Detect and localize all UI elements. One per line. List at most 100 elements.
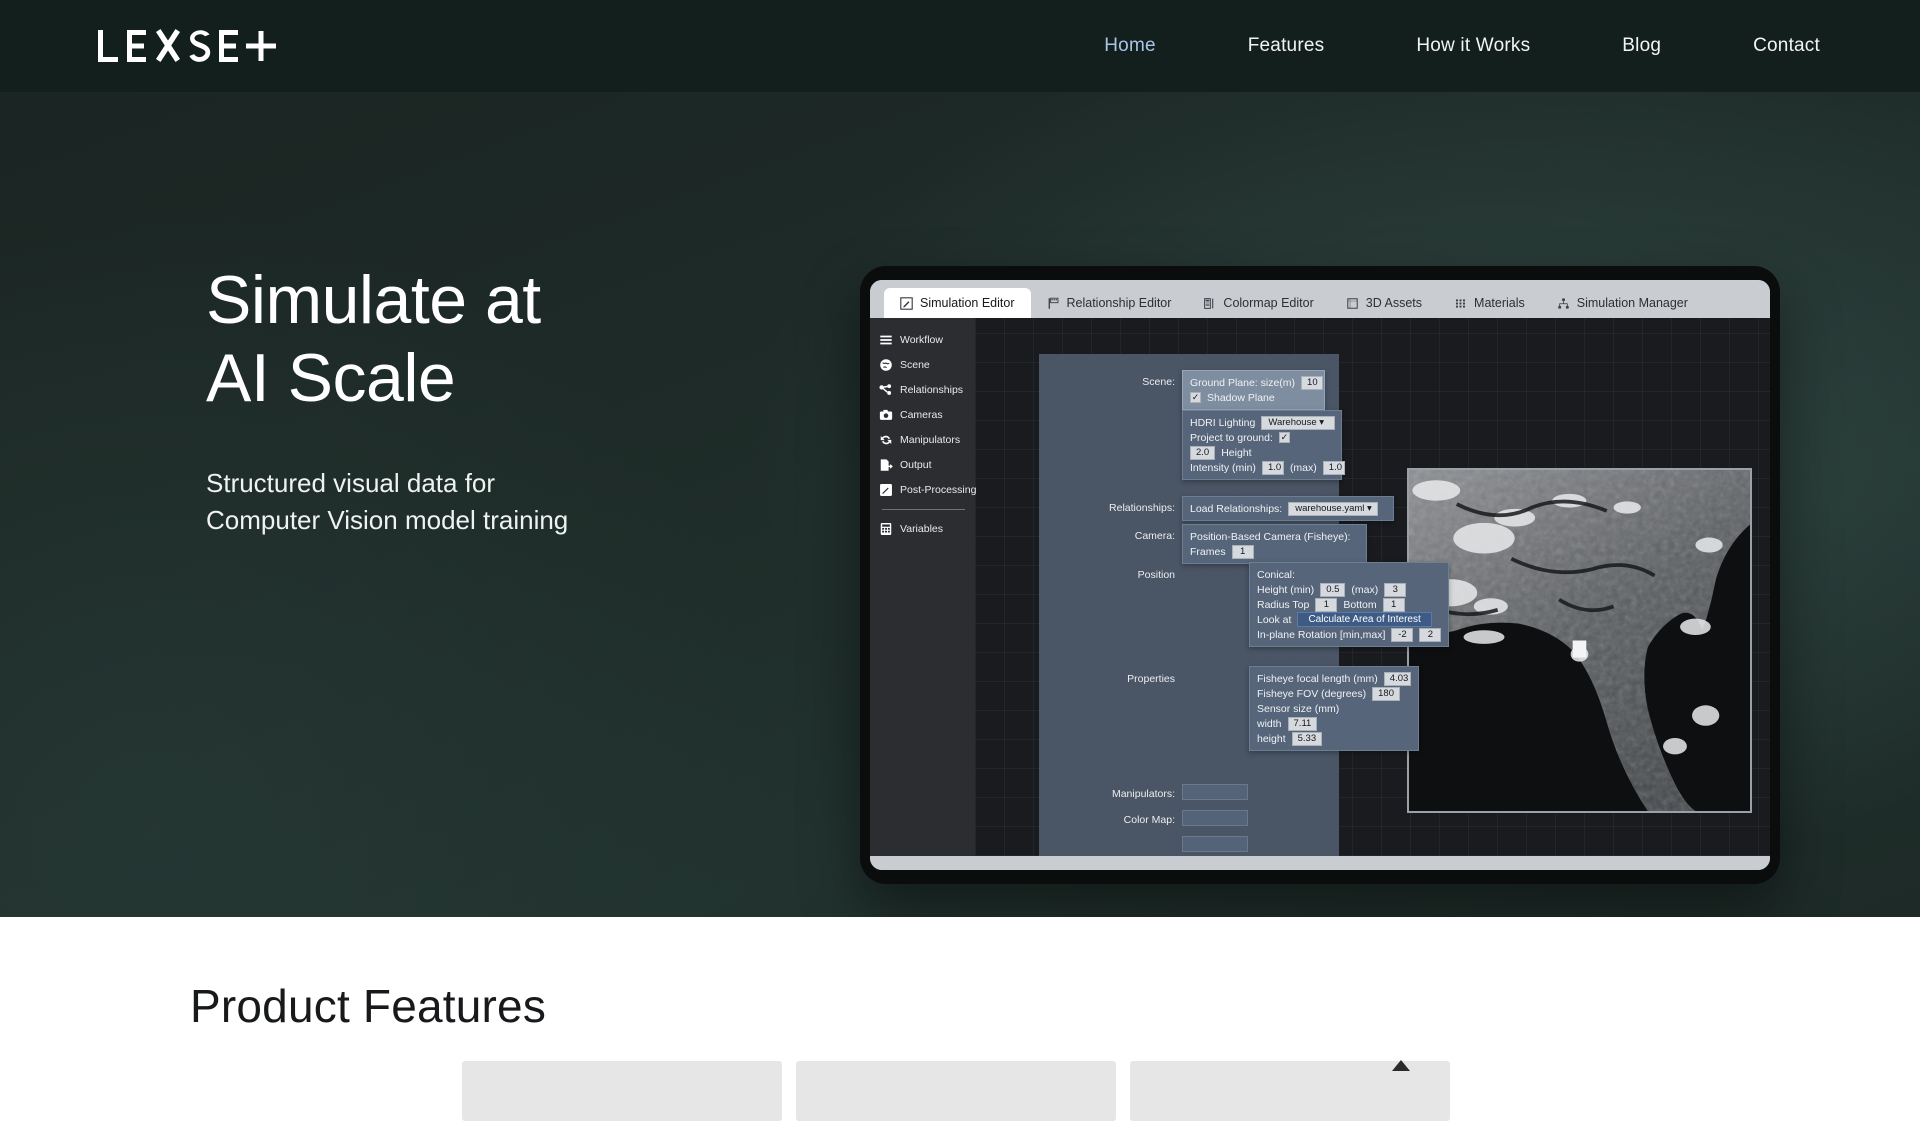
file-export-icon (879, 458, 893, 472)
brand-logo[interactable] (98, 22, 288, 70)
hdri-lighting-panel[interactable]: HDRI Lighting Warehouse ▾ Project to gro… (1182, 410, 1342, 480)
tab-simulation-manager[interactable]: Simulation Manager (1541, 288, 1704, 318)
color-map-slot[interactable] (1182, 810, 1248, 826)
chevron-down-icon: ▾ (1367, 503, 1372, 514)
intensity-min-label: Intensity (min) (1190, 462, 1256, 474)
height-input[interactable]: 2.0 (1190, 446, 1215, 460)
globe-icon (879, 358, 893, 372)
sidebar-item-relationships[interactable]: Relationships (870, 377, 975, 402)
tablet-chin (870, 856, 1770, 870)
app-body: Workflow Scene (870, 318, 1770, 856)
sidebar-item-label: Cameras (900, 409, 943, 421)
rotation-min-input[interactable]: -2 (1391, 628, 1413, 642)
nav-item-contact[interactable]: Contact (1707, 25, 1866, 67)
sidebar-item-label: Post-Processing (900, 484, 976, 496)
camera-panel-title: Position-Based Camera (Fisheye): (1190, 531, 1350, 543)
calculate-area-of-interest-button[interactable]: Calculate Area of Interest (1297, 612, 1431, 627)
sensor-height-input[interactable]: 5.33 (1292, 732, 1323, 746)
radius-top-input[interactable]: 1 (1315, 598, 1337, 612)
hierarchy-icon (1557, 297, 1570, 310)
project-to-ground-checkbox[interactable]: ✓ (1279, 432, 1290, 443)
hdri-lighting-select[interactable]: Warehouse ▾ (1261, 416, 1335, 430)
sensor-width-input[interactable]: 7.11 (1288, 717, 1318, 731)
hdri-lighting-label: HDRI Lighting (1190, 417, 1255, 429)
load-relationships-panel[interactable]: Load Relationships: warehouse.yaml ▾ (1182, 496, 1394, 521)
nav-item-features[interactable]: Features (1202, 25, 1371, 67)
refresh-icon (879, 433, 893, 447)
feature-card-list (462, 1061, 1450, 1121)
nav-item-how-it-works[interactable]: How it Works (1370, 25, 1576, 67)
sidebar-item-post-processing[interactable]: Post-Processing (870, 477, 975, 502)
camera-icon (879, 408, 893, 422)
nodes-icon (879, 383, 893, 397)
tab-relationship-editor[interactable]: Relationship Editor (1031, 288, 1188, 318)
app-tab-bar: Simulation Editor Relationship Editor (870, 280, 1770, 318)
cube-outline-icon (1346, 297, 1359, 310)
sidebar-item-output[interactable]: Output (870, 452, 975, 477)
chevron-up-icon[interactable] (1392, 1060, 1410, 1071)
sidebar-item-cameras[interactable]: Cameras (870, 402, 975, 427)
row-label-color-map: Color Map: (1075, 814, 1175, 826)
row-label-position: Position (1095, 569, 1175, 581)
site-header: Home Features How it Works Blog Contact (0, 0, 1920, 92)
product-features-section: Product Features (0, 917, 1920, 1080)
sidebar-item-label: Scene (900, 359, 930, 371)
simulation-viewport[interactable]: Scene: Ground Plane: size(m) 10 ✓ Shadow… (975, 318, 1770, 856)
app-screen: Simulation Editor Relationship Editor (870, 280, 1770, 870)
additional-output-slot[interactable] (1182, 836, 1248, 852)
intensity-max-label: (max) (1290, 462, 1317, 474)
tab-3d-assets[interactable]: 3D Assets (1330, 288, 1438, 318)
radius-bottom-input[interactable]: 1 (1383, 598, 1405, 612)
sidebar-item-label: Output (900, 459, 932, 471)
relationships-file-select[interactable]: warehouse.yaml ▾ (1288, 502, 1378, 516)
sidebar-item-manipulators[interactable]: Manipulators (870, 427, 975, 452)
feature-card[interactable] (796, 1061, 1116, 1121)
tab-label: Relationship Editor (1067, 296, 1172, 310)
height-max-label: (max) (1351, 584, 1378, 596)
load-relationships-label: Load Relationships: (1190, 503, 1282, 515)
page-title: Simulate at AI Scale (206, 262, 846, 417)
position-conical-panel[interactable]: Conical: Height (min) 0.5 (max) 3 Radius… (1249, 562, 1449, 647)
rotation-max-input[interactable]: 2 (1419, 628, 1441, 642)
fisheye-focal-length-input[interactable]: 4.03 (1384, 672, 1411, 686)
manipulators-slot[interactable] (1182, 784, 1248, 800)
sensor-height-label: height (1257, 733, 1286, 745)
nav-item-blog[interactable]: Blog (1576, 25, 1707, 67)
fisheye-fov-input[interactable]: 180 (1372, 687, 1400, 701)
height-max-input[interactable]: 3 (1384, 583, 1406, 597)
ground-plane-panel[interactable]: Ground Plane: size(m) 10 ✓ Shadow Plane (1182, 370, 1325, 410)
tab-label: 3D Assets (1366, 296, 1422, 310)
node-graph-canvas: Scene: Ground Plane: size(m) 10 ✓ Shadow… (1039, 318, 1679, 856)
sidebar-item-variables[interactable]: Variables (870, 516, 975, 541)
in-plane-rotation-label: In-plane Rotation [min,max] (1257, 629, 1385, 641)
sidebar-item-workflow[interactable]: Workflow (870, 327, 975, 352)
project-to-ground-label: Project to ground: (1190, 432, 1273, 444)
intensity-min-input[interactable]: 1.0 (1262, 461, 1284, 475)
section-title: Product Features (190, 979, 1920, 1033)
sidebar-item-label: Manipulators (900, 434, 960, 446)
fisheye-focal-length-label: Fisheye focal length (mm) (1257, 673, 1378, 685)
nav-item-home[interactable]: Home (1058, 25, 1201, 67)
fisheye-properties-panel[interactable]: Fisheye focal length (mm) 4.03 Fisheye F… (1249, 666, 1419, 751)
shadow-plane-checkbox[interactable]: ✓ (1190, 392, 1201, 403)
row-label-manipulators: Manipulators: (1055, 788, 1175, 800)
sidebar-item-label: Workflow (900, 334, 943, 346)
row-label-scene: Scene: (1085, 376, 1175, 388)
ground-plane-size-input[interactable]: 10 (1301, 376, 1323, 390)
intensity-max-input[interactable]: 1.0 (1323, 461, 1345, 475)
sensor-width-label: width (1257, 718, 1282, 730)
tab-colormap-editor[interactable]: Colormap Editor (1187, 288, 1329, 318)
sidebar-item-label: Relationships (900, 384, 963, 396)
radius-top-label: Radius Top (1257, 599, 1309, 611)
feature-card[interactable] (462, 1061, 782, 1121)
tab-label: Simulation Editor (920, 296, 1015, 310)
sidebar-item-scene[interactable]: Scene (870, 352, 975, 377)
main-navigation: Home Features How it Works Blog Contact (1058, 25, 1866, 67)
tab-materials[interactable]: Materials (1438, 288, 1541, 318)
frames-input[interactable]: 1 (1232, 545, 1254, 559)
camera-panel[interactable]: Position-Based Camera (Fisheye): Frames … (1182, 524, 1367, 564)
height-min-input[interactable]: 0.5 (1320, 583, 1345, 597)
row-label-relationships: Relationships: (1059, 502, 1175, 514)
tab-simulation-editor[interactable]: Simulation Editor (884, 288, 1031, 318)
tab-label: Materials (1474, 296, 1525, 310)
